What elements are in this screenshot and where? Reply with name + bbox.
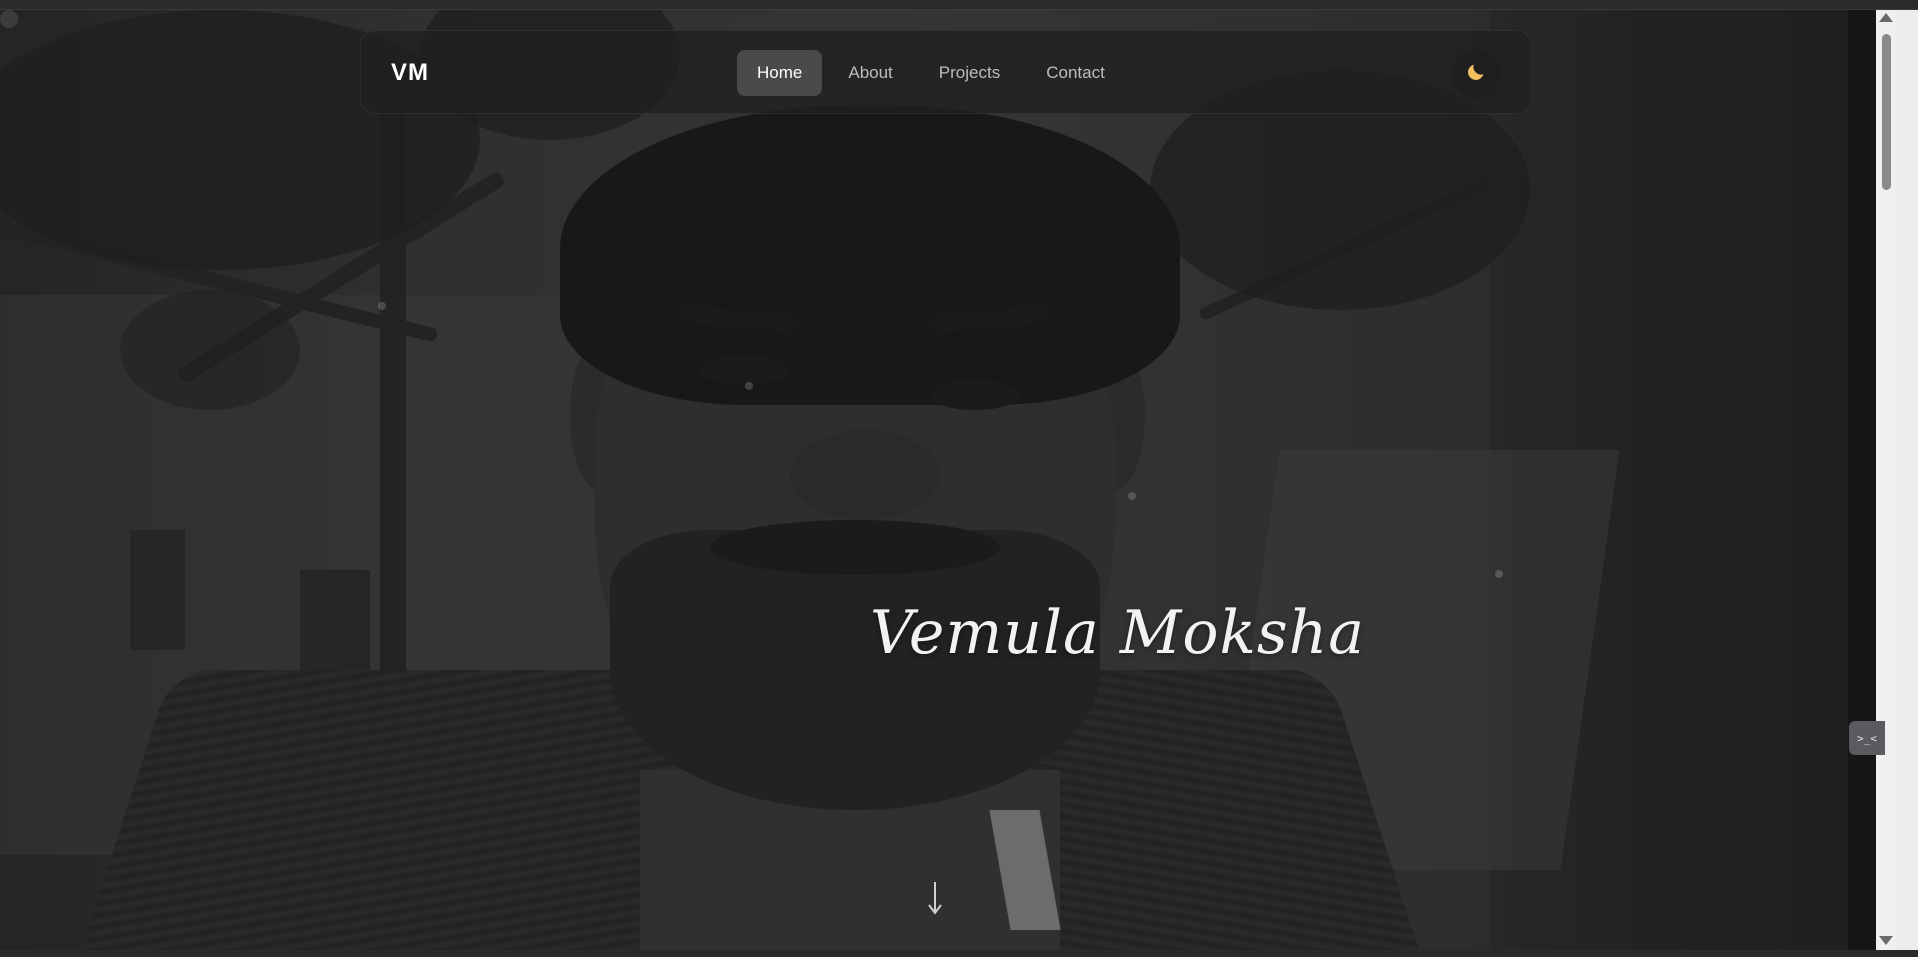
corner-dot <box>0 10 18 28</box>
page-edge <box>1848 10 1876 950</box>
browser-top-strip <box>0 0 1918 10</box>
particle-dot <box>1128 492 1136 500</box>
dev-tools-icon[interactable]: >_< <box>1849 721 1885 755</box>
side-panel <box>1896 10 1918 950</box>
nav-link-contact[interactable]: Contact <box>1026 50 1125 96</box>
site-logo[interactable]: VM <box>391 59 429 87</box>
nav-link-home[interactable]: Home <box>737 50 823 96</box>
particle-dot <box>745 382 753 390</box>
scroll-down-icon[interactable] <box>1879 936 1893 945</box>
nav-link-projects[interactable]: Projects <box>919 50 1020 96</box>
scrollbar-thumb[interactable] <box>1882 34 1891 190</box>
moon-icon <box>1465 61 1487 88</box>
dev-widget-label: >_< <box>1857 731 1877 745</box>
dark-overlay <box>0 10 1876 950</box>
particle-dot <box>1495 570 1503 578</box>
theme-toggle-button[interactable] <box>1451 49 1501 99</box>
page-viewport: VM Home About Projects Contact Vemula Mo… <box>0 10 1876 950</box>
navbar: VM Home About Projects Contact <box>360 30 1532 114</box>
nav-links: Home About Projects Contact <box>737 50 1131 96</box>
browser-bottom-strip <box>0 950 1918 957</box>
scroll-up-icon[interactable] <box>1879 13 1893 22</box>
nav-link-about[interactable]: About <box>828 50 912 96</box>
hero-name: Vemula Moksha <box>870 598 1366 668</box>
particle-dot <box>378 302 386 310</box>
down-arrow-icon[interactable] <box>925 878 945 918</box>
